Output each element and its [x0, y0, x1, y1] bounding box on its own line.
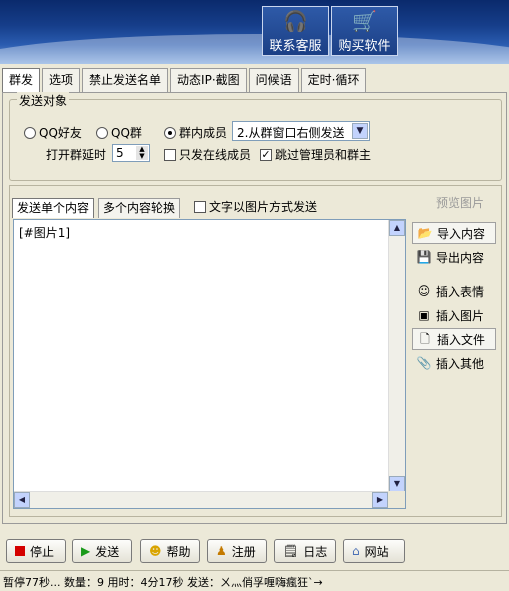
buy-software-button[interactable]: 🛒 购买软件 [331, 6, 398, 56]
import-content-label: 导入内容 [437, 226, 486, 241]
editor-text: [#图片1] [19, 226, 71, 240]
insert-emoji-button[interactable]: ☺ 插入表情 [412, 280, 496, 302]
radio-qq-friend[interactable]: QQ好友 [24, 124, 82, 141]
content-group: 发送单个内容 多个内容轮换 文字以图片方式发送 预览图片 [#图片1] ▲ ▼ … [9, 185, 502, 517]
scroll-up-icon[interactable]: ▲ [389, 220, 405, 236]
insert-file-button[interactable]: 🗋 插入文件 [412, 328, 496, 350]
header-wave [0, 34, 509, 64]
stop-label: 停止 [30, 544, 55, 559]
skip-admin-label: 跳过管理员和群主 [275, 148, 372, 162]
tab-blocklist[interactable]: 禁止发送名单 [82, 68, 169, 92]
subtab-single-content[interactable]: 发送单个内容 [12, 198, 95, 218]
radio-dot [24, 126, 36, 139]
export-content-label: 导出内容 [436, 250, 485, 265]
content-editor[interactable]: [#图片1] ▲ ▼ ◀ ▶ [13, 219, 406, 509]
insert-emoji-label: 插入表情 [436, 284, 485, 299]
bottom-toolbar: 停止 ▶ 发送 ☻ 帮助 ♟ 注册 🗒 日志 ⌂ 网站 [0, 536, 509, 566]
radio-qq-friend-label: QQ好友 [39, 126, 82, 140]
contact-support-button[interactable]: 🎧 联系客服 [262, 6, 329, 56]
preview-image-link[interactable]: 预览图片 [436, 194, 484, 211]
tab-greetings[interactable]: 问候语 [248, 68, 299, 92]
website-label: 网站 [364, 544, 389, 559]
spin-arrows-icon[interactable]: ▲ ▼ [136, 146, 148, 160]
delay-value: 5 [116, 146, 124, 160]
play-icon: ▶ [81, 544, 91, 558]
skip-admin-checkbox[interactable]: ✓ 跳过管理员和群主 [260, 146, 371, 163]
radio-group-member-label: 群内成员 [179, 126, 228, 140]
register-label: 注册 [231, 544, 256, 559]
radio-dot-selected [164, 126, 176, 139]
send-mode-value: 2.从群窗口右侧发送 [237, 126, 345, 140]
status-bar: 暂停77秒... 数量：9 用时：4分17秒 发送：ㄨ灬俏孚喱嗨瘋狂ˋ→ [0, 570, 509, 591]
website-button[interactable]: ⌂ 网站 [343, 539, 405, 563]
register-button[interactable]: ♟ 注册 [207, 539, 267, 563]
file-icon: 🗋 [420, 332, 430, 346]
insert-image-button[interactable]: ▣ 插入图片 [412, 304, 496, 326]
folder-icon: 📂 [417, 226, 433, 240]
stop-button[interactable]: 停止 [6, 539, 66, 563]
insert-other-label: 插入其他 [436, 356, 485, 371]
main-tabs: 群发 选项 禁止发送名单 动态IP·截图 问候语 定时·循环 [2, 68, 368, 93]
attach-icon: 📎 [416, 356, 432, 370]
import-content-button[interactable]: 📂 导入内容 [412, 222, 496, 244]
insert-file-label: 插入文件 [437, 332, 486, 347]
checkbox-checked: ✓ [260, 147, 272, 161]
delay-label: 打开群延时 [46, 148, 107, 162]
home-icon: ⌂ [352, 544, 360, 558]
tab-mass-send[interactable]: 群发 [2, 68, 41, 93]
send-mode-select[interactable]: 2.从群窗口右侧发送 ▼ [232, 121, 370, 141]
log-button[interactable]: 🗒 日志 [274, 539, 336, 563]
headset-icon: 🎧 [283, 9, 308, 33]
header-banner: 🎧 联系客服 🛒 购买软件 [0, 0, 509, 64]
text-as-image-checkbox[interactable]: 文字以图片方式发送 [194, 198, 317, 215]
cart-icon: 🛒 [352, 9, 377, 33]
help-button[interactable]: ☻ 帮助 [140, 539, 200, 563]
scroll-corner [388, 491, 405, 508]
scroll-left-icon[interactable]: ◀ [14, 492, 30, 508]
radio-group-member[interactable]: 群内成员 [164, 124, 227, 141]
log-label: 日志 [303, 544, 328, 559]
online-only-checkbox[interactable]: 只发在线成员 [164, 146, 251, 163]
help-icon: ☻ [149, 544, 162, 558]
subtab-multi-content[interactable]: 多个内容轮换 [98, 198, 181, 218]
tab-dynamic-ip[interactable]: 动态IP·截图 [170, 68, 247, 92]
online-only-label: 只发在线成员 [179, 148, 252, 162]
checkbox-box [194, 200, 206, 213]
text-as-image-label: 文字以图片方式发送 [209, 200, 318, 214]
scroll-down-icon[interactable]: ▼ [389, 476, 405, 492]
radio-qq-group[interactable]: QQ群 [96, 124, 142, 141]
log-icon: 🗒 [283, 544, 299, 558]
radio-dot [96, 126, 108, 139]
insert-image-label: 插入图片 [436, 308, 485, 323]
vertical-scrollbar[interactable]: ▲ ▼ [388, 220, 405, 492]
horizontal-scrollbar[interactable]: ◀ ▶ [14, 491, 388, 508]
insert-other-button[interactable]: 📎 插入其他 [412, 352, 496, 374]
help-label: 帮助 [166, 544, 191, 559]
export-content-button[interactable]: 💾 导出内容 [412, 246, 496, 268]
send-button[interactable]: ▶ 发送 [72, 539, 132, 563]
stop-icon [15, 546, 25, 556]
delay-stepper[interactable]: 5 ▲ ▼ [112, 144, 150, 162]
smiley-icon: ☺ [417, 284, 431, 298]
scroll-right-icon[interactable]: ▶ [372, 492, 388, 508]
radio-qq-group-label: QQ群 [111, 126, 142, 140]
user-icon: ♟ [216, 544, 227, 558]
image-icon: ▣ [418, 308, 430, 322]
checkbox-box [164, 148, 176, 161]
send-label: 发送 [95, 544, 120, 559]
tab-schedule[interactable]: 定时·循环 [300, 68, 367, 92]
send-target-group: 发送对象 QQ好友 QQ群 群内成员 2.从群窗口右侧发送 ▼ 打开群延时 5 … [9, 92, 502, 181]
mass-send-panel: 发送对象 QQ好友 QQ群 群内成员 2.从群窗口右侧发送 ▼ 打开群延时 5 … [2, 92, 507, 524]
chevron-down-icon[interactable]: ▼ [352, 123, 368, 139]
save-icon: 💾 [416, 250, 432, 264]
send-target-legend: 发送对象 [17, 92, 70, 109]
tab-options[interactable]: 选项 [42, 68, 81, 92]
